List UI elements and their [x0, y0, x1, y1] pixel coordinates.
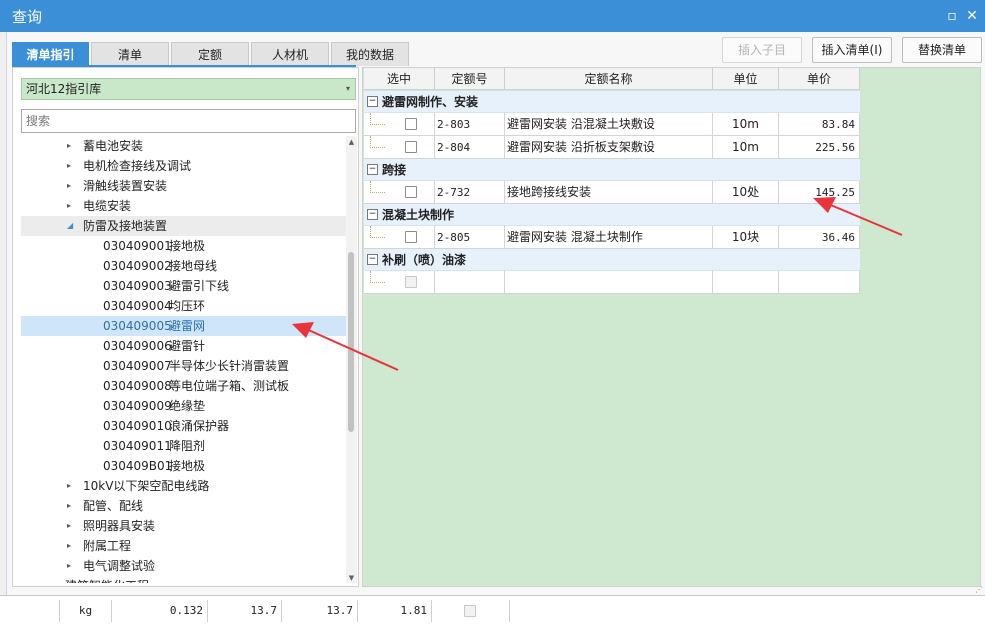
bottom-cell-checkbox[interactable] — [432, 600, 510, 622]
bottom-cell-value-2: 13.7 — [208, 600, 282, 622]
bottom-cell-value-4: 1.81 — [358, 600, 432, 622]
bottom-checkbox[interactable] — [464, 605, 476, 617]
annotation-arrow-left-line — [303, 327, 399, 371]
bottom-cell-value-1: 0.132 — [112, 600, 208, 622]
bottom-cell-unit: kg — [60, 600, 112, 622]
annotation-arrow-right-line — [825, 202, 903, 236]
annotation-arrows — [292, 197, 903, 371]
resize-grip-icon[interactable]: ⋰ — [975, 585, 983, 594]
bottom-cell-blank — [0, 600, 60, 622]
bottom-cell-value-3: 13.7 — [282, 600, 358, 622]
